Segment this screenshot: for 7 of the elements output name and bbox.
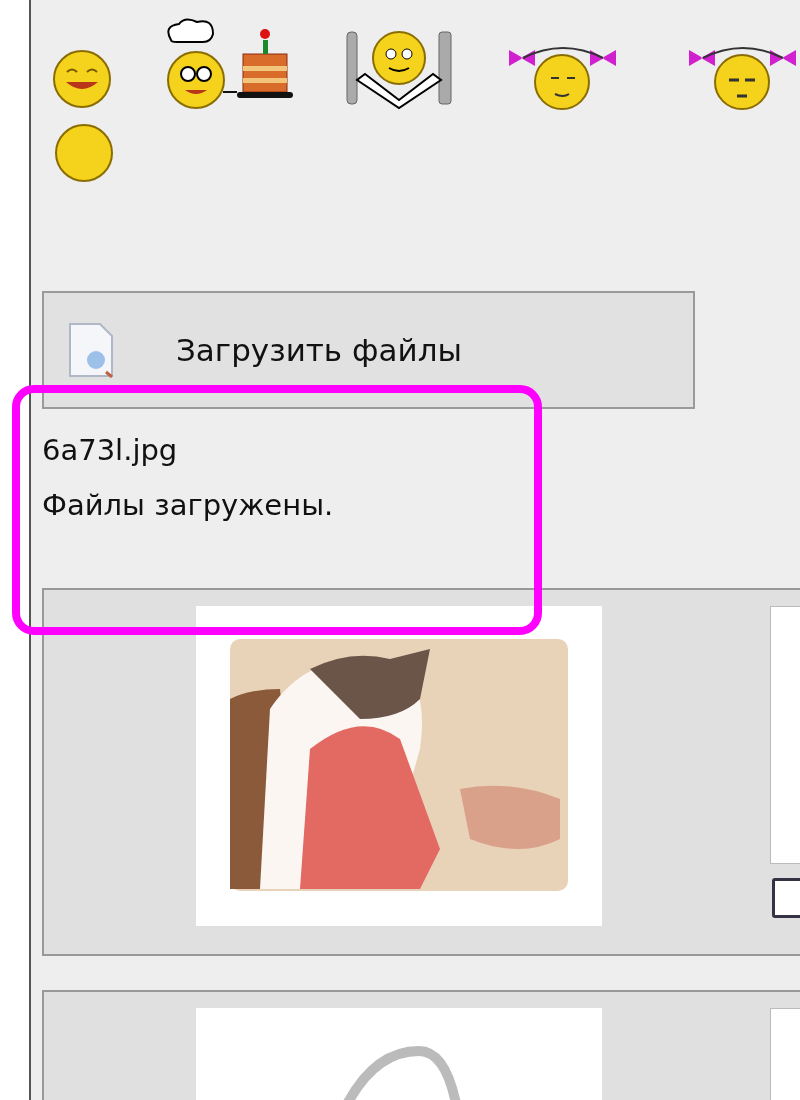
select-checkbox[interactable] [772, 878, 800, 918]
upload-files-button[interactable]: Загрузить файлы [42, 291, 695, 409]
plain-smiley-icon[interactable] [53, 122, 115, 184]
smiley-with-knife-and-fork-icon[interactable] [343, 30, 455, 110]
status-text: Файлы загружены. [42, 487, 334, 524]
status-text: 6a73l.jpg [42, 432, 178, 469]
laughing-smiley-icon[interactable] [52, 48, 112, 110]
